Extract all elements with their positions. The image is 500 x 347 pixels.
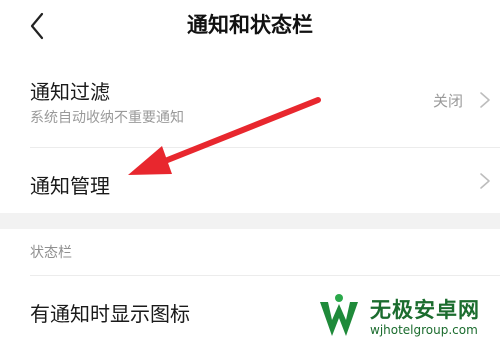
notification-filter-row[interactable]: 通知过滤 系统自动收纳不重要通知 关闭 xyxy=(0,52,500,147)
chevron-right-icon xyxy=(480,92,490,108)
screen: 通知和状态栏 通知过滤 系统自动收纳不重要通知 关闭 通知管理 状态栏 有通知时… xyxy=(0,0,500,347)
watermark-url: wjhotelgroup.com xyxy=(370,323,478,337)
notification-management-row[interactable]: 通知管理 xyxy=(0,148,500,213)
notification-filter-label: 通知过滤 xyxy=(30,80,110,104)
notification-management-label: 通知管理 xyxy=(30,174,110,198)
watermark-logo-icon xyxy=(320,294,358,336)
section-gap xyxy=(0,213,500,229)
page-title: 通知和状态栏 xyxy=(187,13,313,37)
chevron-right-icon xyxy=(480,173,490,189)
notification-filter-description: 系统自动收纳不重要通知 xyxy=(30,110,184,126)
watermark: 无极安卓网 wjhotelgroup.com xyxy=(310,290,500,347)
show-notification-icon-label: 有通知时显示图标 xyxy=(30,302,190,326)
notification-filter-value: 关闭 xyxy=(432,92,463,110)
header-bar: 通知和状态栏 xyxy=(0,0,500,52)
watermark-name: 无极安卓网 xyxy=(370,298,480,322)
status-bar-section-header: 状态栏 xyxy=(30,245,72,261)
